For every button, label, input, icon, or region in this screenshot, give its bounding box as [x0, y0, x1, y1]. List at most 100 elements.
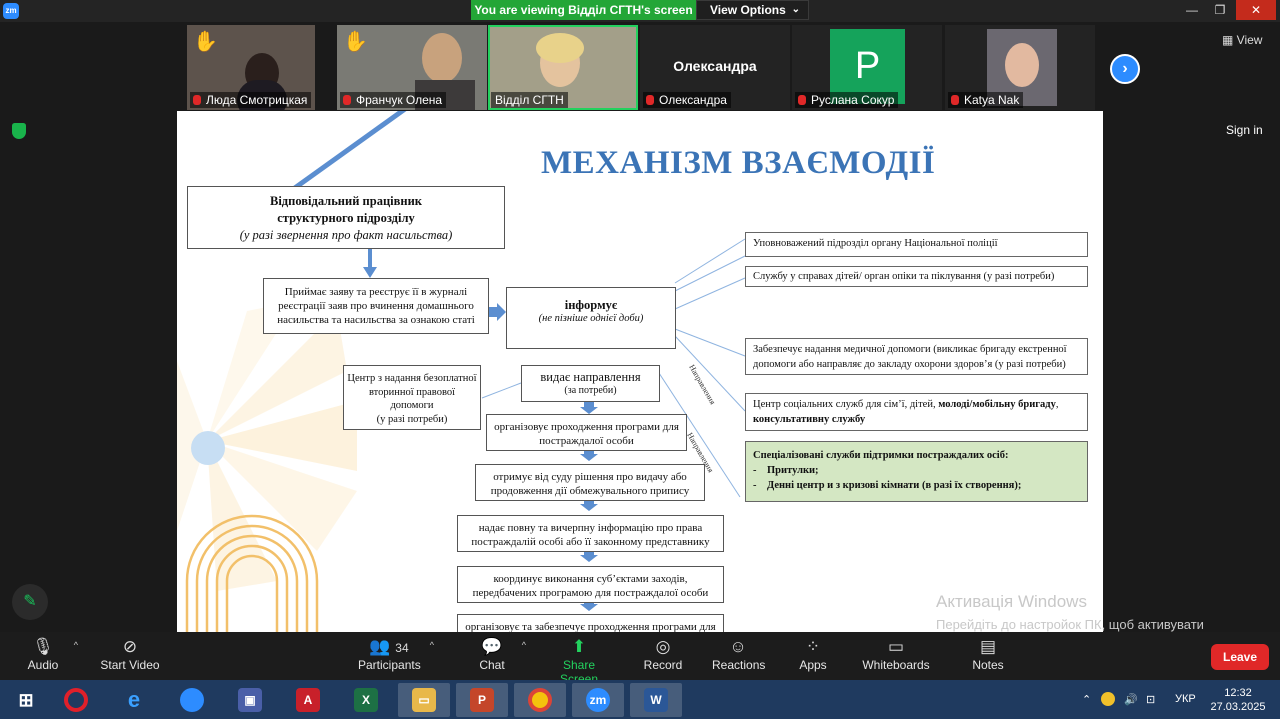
microphone-icon: 🎙 — [32, 637, 54, 656]
record-label: Record — [643, 658, 683, 672]
participants-count: 34 — [395, 641, 409, 655]
muted-mic-icon — [343, 95, 351, 105]
chrome-icon[interactable] — [514, 683, 566, 717]
social-center-prefix: Центр соціальних служб для сім’ї, дітей, — [753, 399, 936, 410]
volume-icon[interactable]: 🔊 — [1124, 693, 1138, 706]
chat-caret-icon[interactable]: ^ — [522, 640, 526, 650]
word-icon[interactable]: W — [630, 683, 682, 717]
participant-video — [422, 33, 462, 83]
chat-button[interactable]: 💬 Chat ^ — [472, 636, 526, 672]
chat-label: Chat — [479, 658, 505, 672]
meeting-area: ✋ Люда Смотрицкая ✋ Франчук Олена Відділ… — [0, 22, 1280, 632]
issues-referral-note: (за потреби) — [564, 385, 617, 396]
start-video-button[interactable]: ⊘ Start Video — [100, 636, 160, 672]
whiteboards-button[interactable]: ▭ Whiteboards — [862, 636, 930, 672]
view-options-button[interactable]: View Options ⌄ — [696, 0, 809, 20]
specialized-item: - Денні центр и з кризові кімнати (в раз… — [753, 480, 1022, 491]
notes-label: Notes — [972, 658, 1004, 672]
ie-icon[interactable]: e — [108, 683, 160, 717]
specialized-services-box: Спеціалізовані служби підтримки постражд… — [745, 441, 1088, 502]
audio-caret-icon[interactable]: ^ — [74, 640, 78, 650]
pointer-line — [283, 111, 407, 198]
apps-button[interactable]: ⁘ Apps — [797, 636, 829, 672]
chevron-down-icon: ⌄ — [791, 4, 800, 15]
close-icon[interactable]: ✕ — [1236, 0, 1276, 20]
leave-button[interactable]: Leave — [1211, 644, 1269, 670]
participants-label: Participants — [358, 658, 421, 672]
responsible-line3: (у разі звернення про факт насильства) — [239, 228, 453, 242]
share-screen-icon: ⬆ — [571, 637, 587, 656]
medical-help-box: Забезпечує надання медичної допомоги (ви… — [745, 338, 1088, 375]
flow-step-box: отримує від суду рішення про видачу або … — [475, 464, 705, 501]
tray-expand-icon[interactable]: ⌃ — [1082, 693, 1091, 706]
flow-step-box: організовує та забезпечує проходження пр… — [457, 614, 724, 632]
informs-title: інформує — [564, 298, 618, 312]
participant-tile[interactable]: Олександра Олександра — [640, 25, 790, 110]
reactions-button[interactable]: ☺ Reactions — [712, 636, 765, 672]
grid-view-icon: ▦ — [1222, 33, 1237, 47]
social-services-center-box: Центр соціальних служб для сім’ї, дітей,… — [745, 393, 1088, 431]
responsible-worker-box: Відповідальний працівник структурного пі… — [187, 186, 505, 249]
participant-tile[interactable]: ✋ Люда Смотрицкая — [187, 25, 315, 110]
sign-in-link[interactable]: Sign in — [1226, 123, 1263, 137]
participant-name: Відділ СГТН — [491, 92, 568, 108]
legal-aid-center-text: Центр з надання безоплатної вторинної пр… — [347, 373, 477, 411]
participants-button[interactable]: 👥 34 Participants ^ — [358, 636, 434, 672]
responsible-line1: Відповідальний працівник — [270, 194, 422, 208]
minimize-icon[interactable]: — — [1178, 0, 1206, 20]
participant-tile[interactable]: P Руслана Сокур — [792, 25, 942, 110]
raised-hand-icon: ✋ — [193, 31, 218, 53]
flow-step-box: організовує проходження програми для пос… — [486, 414, 687, 451]
participant-name: Люда Смотрицкая — [190, 92, 312, 108]
audio-button[interactable]: 🎙 Audio ^ — [22, 636, 78, 672]
audio-label: Audio — [27, 658, 59, 672]
zoom-icon[interactable]: zm — [572, 683, 624, 717]
powerpoint-icon[interactable]: P — [456, 683, 508, 717]
viewing-banner: You are viewing Відділ СГТН's screen — [471, 0, 696, 20]
shared-slide: МЕХАНІЗМ ВЗАЄМОДІЇ Відповідальний праців… — [177, 111, 1103, 632]
sun-circle — [191, 431, 225, 465]
raised-hand-icon: ✋ — [343, 31, 368, 53]
flow-step-box: координує виконання суб’єктами заходів, … — [457, 566, 724, 603]
acrobat-icon[interactable]: A — [282, 683, 334, 717]
participant-display-name: Олександра — [673, 58, 757, 74]
share-screen-button[interactable]: ⬆ Share Screen — [545, 636, 613, 686]
clock-date: 27.03.2025 — [1210, 701, 1266, 713]
view-label: View — [1236, 33, 1263, 47]
save-icon[interactable]: ▣ — [224, 683, 276, 717]
windows-start-icon[interactable]: ⊞ — [0, 683, 52, 717]
whiteboards-label: Whiteboards — [862, 658, 930, 672]
network-icon[interactable]: ⊡ — [1146, 693, 1155, 706]
participants-icon: 👥 34 — [369, 637, 409, 656]
start-video-label: Start Video — [100, 658, 160, 672]
taskbar-clock[interactable]: 12:32 27.03.2025 — [1208, 686, 1268, 714]
muted-mic-icon — [646, 95, 654, 105]
participant-tile-active[interactable]: Відділ СГТН — [488, 25, 638, 110]
opera-icon[interactable] — [50, 683, 102, 717]
tray-app-icon[interactable] — [1101, 692, 1115, 706]
participant-tile[interactable]: ✋ Франчук Олена — [337, 25, 487, 110]
issues-referral-box: видає направлення (за потреби) — [521, 365, 660, 402]
record-button[interactable]: ◎ Record — [642, 636, 684, 672]
participants-caret-icon[interactable]: ^ — [430, 640, 434, 650]
view-button[interactable]: ▦ View — [1222, 33, 1262, 47]
specialized-item: - Притулки; — [753, 465, 819, 476]
meeting-controls: 🎙 Audio ^ ⊘ Start Video 👥 34 Participant… — [0, 632, 1280, 686]
notes-button[interactable]: ▤ Notes — [970, 636, 1006, 672]
file-explorer-icon[interactable]: ▭ — [398, 683, 450, 717]
notes-icon: ▤ — [979, 637, 997, 656]
muted-mic-icon — [193, 95, 201, 105]
security-shield-icon[interactable] — [12, 123, 26, 139]
next-page-icon[interactable]: › — [1110, 54, 1140, 84]
bird-icon[interactable] — [166, 683, 218, 717]
view-options-label: View Options — [710, 3, 786, 17]
language-indicator[interactable]: УКР — [1175, 693, 1196, 705]
participant-name: Олександра — [643, 92, 731, 108]
zoom-logo-icon: zm — [3, 3, 19, 19]
restore-icon[interactable]: ❐ — [1206, 0, 1234, 20]
excel-icon[interactable]: X — [340, 683, 392, 717]
participant-tile[interactable]: Katya Nak — [945, 25, 1095, 110]
windows-activation-watermark: Активація Windows — [936, 592, 1087, 611]
annotate-pencil-icon[interactable]: ✎ — [12, 584, 48, 620]
title-bar: zm You are viewing Відділ СГТН's screen … — [0, 0, 1280, 22]
